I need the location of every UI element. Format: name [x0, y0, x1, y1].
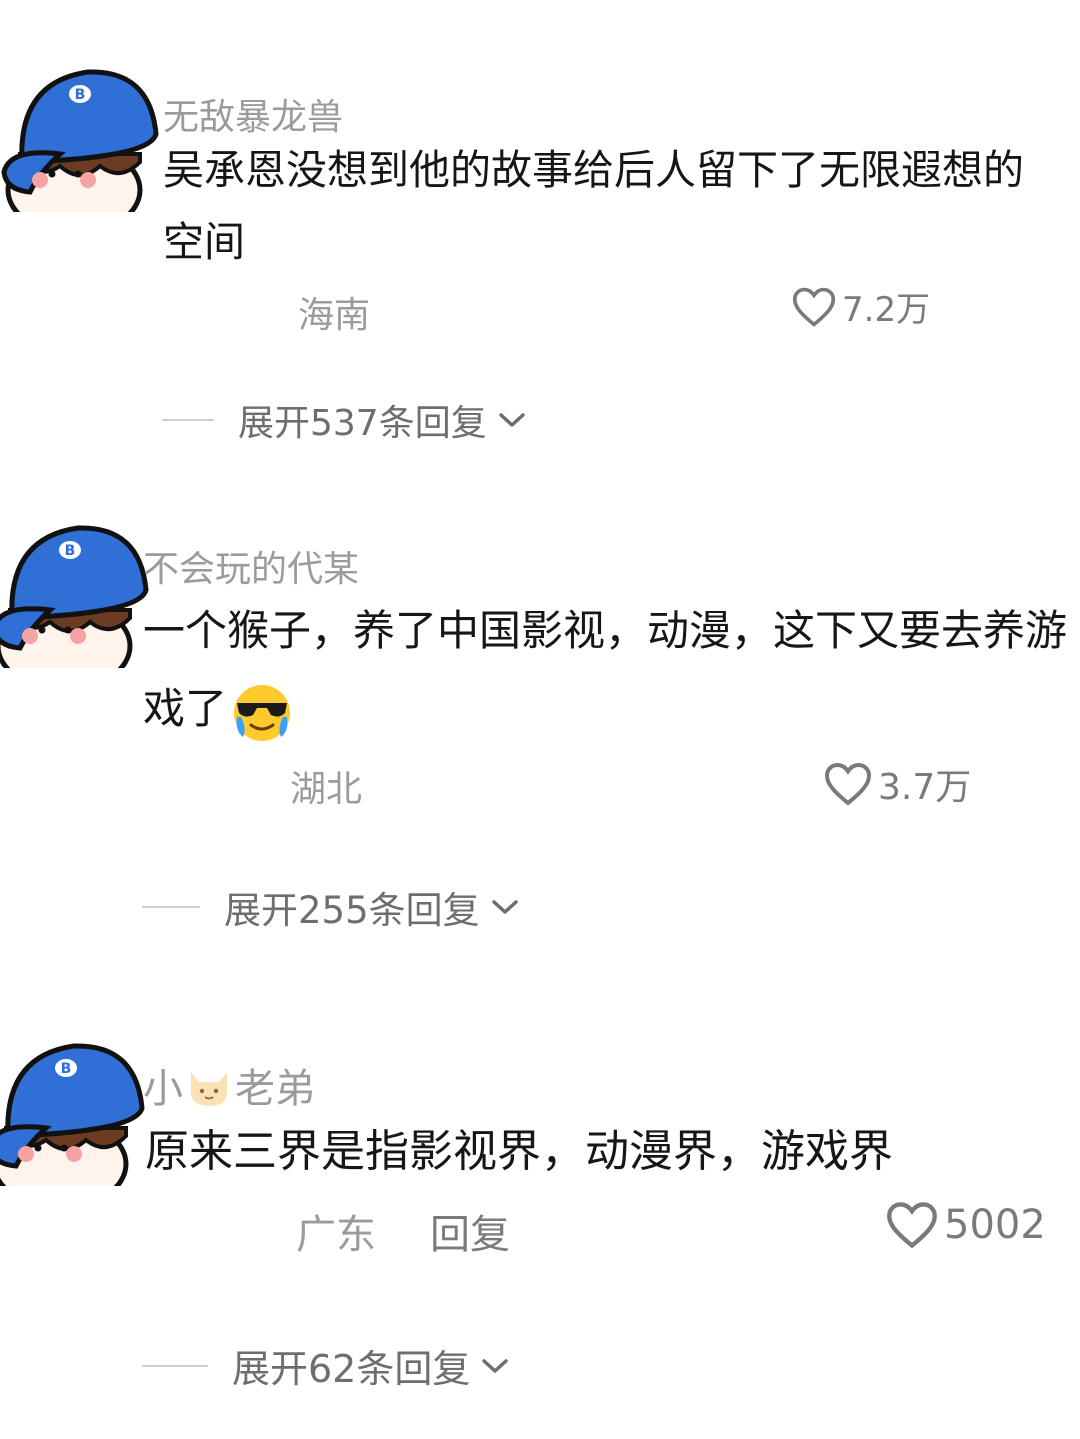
crying-sunglasses-emoji-icon [234, 684, 291, 741]
reply-button[interactable]: 回复 [430, 1202, 510, 1260]
comment-item: B 无敌暴龙兽 吴承恩没想到他的故事给后人留下了无限遐想的空间 海南 7.2万 … [0, 0, 1080, 480]
like-count: 5002 [944, 1202, 1046, 1248]
avatar-icon[interactable]: B [0, 1036, 146, 1186]
comment-text: 吴承恩没想到他的故事给后人留下了无限遐想的空间 [163, 146, 1024, 266]
like-button[interactable]: 3.7万 [824, 758, 971, 810]
expand-replies-label: 展开537条回复 [238, 403, 487, 444]
svg-text:B: B [61, 1061, 72, 1077]
username-part: 小 [143, 1066, 183, 1112]
location-label: 湖北 [290, 769, 363, 810]
svg-text:B: B [75, 87, 86, 103]
heart-outline-icon [887, 1202, 937, 1249]
username[interactable]: 无敌暴龙兽 [163, 88, 343, 140]
username[interactable]: 小 老弟 [143, 1056, 315, 1114]
expand-replies-label: 展开62条回复 [232, 1347, 471, 1391]
avatar-icon[interactable]: B [0, 518, 150, 668]
chevron-down-icon [491, 900, 518, 914]
divider [142, 906, 200, 908]
expand-replies-button[interactable]: 展开62条回复 [142, 1338, 510, 1393]
chevron-down-icon [482, 1358, 509, 1373]
avatar-icon[interactable]: B [0, 62, 160, 212]
comment-item: B 不会玩的代某 一个猴子，养了中国影视，动漫，这下又要去养游戏了 湖北 3.7… [0, 480, 1080, 1000]
expand-replies-label: 展开255条回复 [224, 889, 480, 932]
like-button[interactable]: 7.2万 [792, 282, 930, 331]
comment-text: 原来三界是指影视界，动漫界，游戏界 [145, 1126, 893, 1177]
chevron-down-icon [498, 413, 525, 427]
like-count: 7.2万 [842, 290, 931, 330]
divider [162, 419, 214, 421]
expand-replies-button[interactable]: 展开537条回复 [162, 394, 527, 446]
heart-outline-icon [824, 762, 872, 806]
username[interactable]: 不会玩的代某 [143, 540, 359, 592]
username-part: 老弟 [235, 1066, 315, 1112]
like-button[interactable]: 5002 [886, 1200, 1046, 1250]
expand-replies-button[interactable]: 展开255条回复 [142, 880, 520, 934]
cat-face-emoji-icon [191, 1072, 227, 1106]
location-label: 广东 [296, 1212, 376, 1258]
like-count: 3.7万 [878, 767, 972, 808]
location-label: 海南 [298, 295, 371, 336]
divider [142, 1364, 208, 1367]
comment-text: 一个猴子，养了中国影视，动漫，这下又要去养游戏了 [143, 592, 1073, 748]
comment-item: B 小 老弟 原来三界是指影视界，动漫界，游戏界 广东 回复 5002 展开62… [0, 1000, 1080, 1439]
heart-outline-icon [792, 287, 836, 327]
svg-text:B: B [65, 543, 76, 559]
